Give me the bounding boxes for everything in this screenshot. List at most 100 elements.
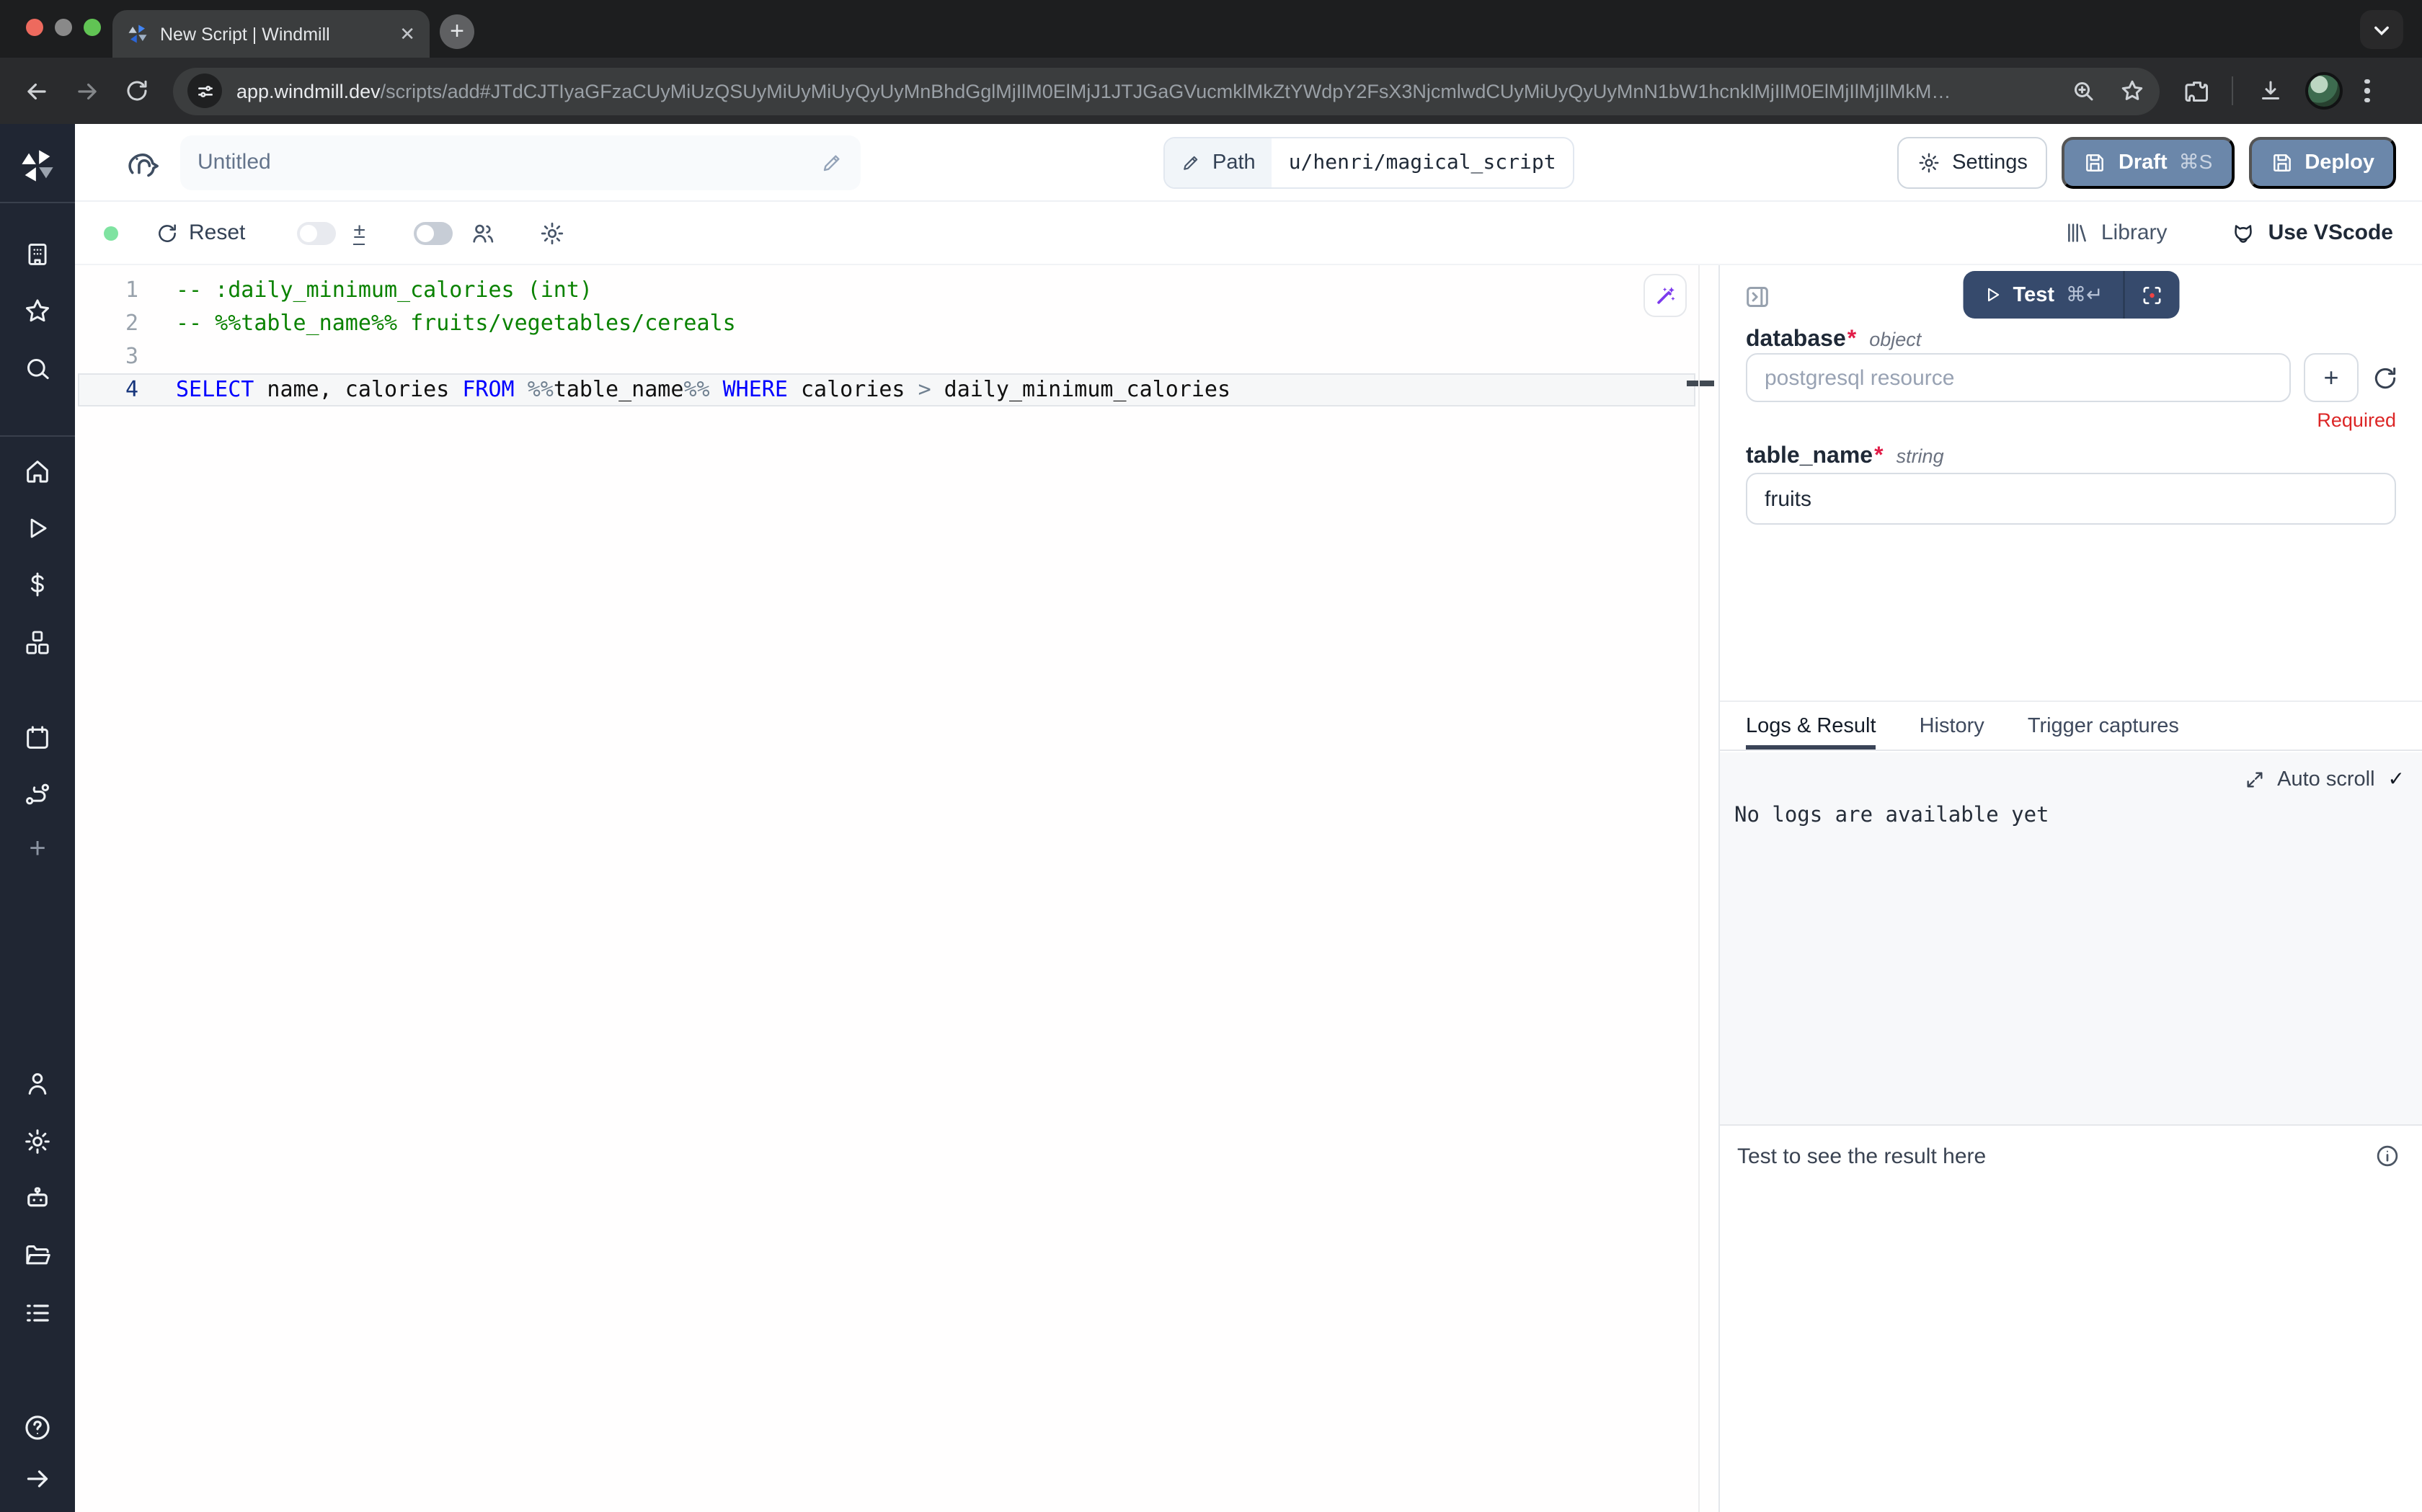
bookmark-star-icon[interactable] bbox=[2119, 78, 2145, 104]
settings-button[interactable]: Settings bbox=[1897, 136, 2048, 188]
browser-tab[interactable]: New Script | Windmill ✕ bbox=[112, 10, 430, 58]
zoom-icon[interactable] bbox=[2070, 78, 2096, 104]
code-token: calories bbox=[788, 376, 918, 402]
forward-button[interactable] bbox=[74, 77, 101, 104]
code-token bbox=[710, 376, 723, 402]
window-close-button[interactable] bbox=[26, 19, 43, 36]
database-resource-input[interactable] bbox=[1746, 353, 2291, 402]
tab-close-icon[interactable]: ✕ bbox=[399, 25, 415, 43]
collapse-panel-icon[interactable] bbox=[1743, 283, 1772, 311]
path-value: u/henri/magical_script bbox=[1272, 138, 1574, 187]
sidebar-item-folders-icon[interactable] bbox=[23, 1241, 52, 1270]
code-token: -- %%table_name%% fruits/vegetables/cere… bbox=[176, 310, 736, 336]
info-icon[interactable] bbox=[2374, 1143, 2400, 1169]
test-button[interactable]: Test ⌘↵ bbox=[1963, 271, 2124, 319]
run-panel: Test ⌘↵ database* object bbox=[1718, 265, 2422, 1512]
sidebar-item-workspace[interactable] bbox=[24, 241, 51, 268]
sidebar-item-audit-logs-list-icon[interactable] bbox=[23, 1299, 52, 1328]
use-vscode-button[interactable]: Use VScode bbox=[2231, 220, 2393, 246]
profile-avatar[interactable] bbox=[2305, 72, 2343, 110]
field-type: string bbox=[1897, 445, 1944, 467]
path-selector[interactable]: Path u/henri/magical_script bbox=[1163, 137, 1575, 189]
expand-icon bbox=[2244, 769, 2264, 789]
sidebar-item-home-icon[interactable] bbox=[23, 457, 52, 486]
sidebar-item-resources-cubes-icon[interactable] bbox=[23, 628, 52, 657]
code-line[interactable]: 2 -- %%table_name%% fruits/vegetables/ce… bbox=[75, 307, 1718, 340]
tab-logs-result[interactable]: Logs & Result bbox=[1746, 702, 1876, 750]
path-edit-segment[interactable]: Path bbox=[1165, 138, 1272, 187]
sidebar-item-workers-robot-icon[interactable] bbox=[22, 1183, 53, 1214]
edit-pencil-icon[interactable] bbox=[820, 151, 843, 174]
auto-scroll-control[interactable]: Auto scroll ✓ bbox=[2244, 767, 2405, 791]
tab-trigger-captures[interactable]: Trigger captures bbox=[2028, 702, 2179, 750]
window-minimize-button[interactable] bbox=[55, 19, 72, 36]
help-icon[interactable] bbox=[22, 1413, 53, 1443]
chevron-down-icon bbox=[2372, 19, 2392, 40]
database-input-row: + bbox=[1746, 353, 2399, 402]
reset-label: Reset bbox=[189, 221, 245, 245]
refresh-resource-icon[interactable] bbox=[2372, 364, 2399, 391]
sidebar-expand-arrow-icon[interactable] bbox=[23, 1464, 52, 1493]
code-token: daily_minimum_calories bbox=[931, 376, 1230, 402]
code-editor[interactable]: 1 -- :daily_minimum_calories (int) 2 -- … bbox=[75, 265, 1718, 1512]
sidebar-item-routes-flow-icon[interactable] bbox=[23, 780, 52, 809]
screen: New Script | Windmill ✕ + app.windmill.d… bbox=[0, 0, 2422, 1512]
editor-settings-gear-icon[interactable] bbox=[540, 220, 566, 246]
windmill-favicon bbox=[127, 23, 148, 45]
main-area: Path u/henri/magical_script Settings Dra… bbox=[75, 124, 2422, 1512]
magic-wand-icon bbox=[1653, 283, 1677, 308]
script-name-field[interactable] bbox=[180, 135, 861, 190]
tab-search-button[interactable] bbox=[2360, 10, 2403, 49]
new-tab-button[interactable]: + bbox=[440, 14, 474, 49]
url-path: /scripts/add#JTdCJTIyaGFzaCUyMiUzQSUyMiU… bbox=[381, 80, 1951, 102]
code-line[interactable]: 1 -- :daily_minimum_calories (int) bbox=[75, 274, 1718, 307]
sidebar-item-settings-gear-icon[interactable] bbox=[23, 1127, 52, 1156]
header-actions: Settings Draft ⌘S Deploy bbox=[1897, 136, 2396, 188]
ai-assist-button[interactable] bbox=[1644, 274, 1687, 317]
sidebar-item-schedules-calendar-icon[interactable] bbox=[23, 724, 52, 752]
reset-button[interactable]: Reset bbox=[156, 221, 245, 245]
deploy-button[interactable]: Deploy bbox=[2248, 136, 2396, 188]
window-controls bbox=[26, 19, 101, 36]
field-name: table_name bbox=[1746, 444, 1873, 470]
browser-menu-icon[interactable] bbox=[2364, 79, 2369, 103]
code-line[interactable]: 3 bbox=[75, 340, 1718, 373]
record-capture-icon bbox=[2140, 283, 2163, 306]
sidebar-item-variables-dollar-icon[interactable] bbox=[24, 571, 51, 598]
sidebar-item-search-icon[interactable] bbox=[23, 355, 52, 383]
script-name-input[interactable] bbox=[198, 150, 820, 174]
play-icon bbox=[1983, 285, 2002, 304]
diff-toggle[interactable] bbox=[297, 221, 336, 244]
tab-history[interactable]: History bbox=[1920, 702, 1984, 750]
url-host: app.windmill.dev bbox=[236, 80, 381, 102]
reload-button[interactable] bbox=[124, 78, 150, 104]
field-label-table-name: table_name* string bbox=[1746, 444, 1944, 470]
edit-pencil-icon bbox=[1181, 153, 1201, 173]
add-resource-button[interactable]: + bbox=[2304, 353, 2359, 402]
code-line-active[interactable]: 4 SELECT name, calories FROM %%table_nam… bbox=[75, 373, 1718, 406]
download-icon[interactable] bbox=[2258, 78, 2284, 104]
code-token: WHERE bbox=[723, 376, 788, 402]
field-name: database bbox=[1746, 327, 1846, 353]
line-number: 3 bbox=[75, 340, 138, 373]
windmill-logo-icon[interactable] bbox=[19, 147, 56, 184]
library-button[interactable]: Library bbox=[2065, 221, 2168, 245]
library-label: Library bbox=[2101, 221, 2168, 245]
sidebar: + bbox=[0, 124, 75, 1512]
sidebar-add-plus-icon[interactable]: + bbox=[29, 833, 45, 866]
collab-toggle[interactable] bbox=[414, 221, 453, 244]
table-name-input[interactable] bbox=[1746, 473, 2396, 525]
sidebar-item-users-person-icon[interactable] bbox=[23, 1069, 52, 1098]
back-button[interactable] bbox=[23, 77, 50, 104]
sidebar-item-favorites-star-icon[interactable] bbox=[23, 297, 52, 326]
sidebar-divider bbox=[0, 202, 75, 203]
draft-button[interactable]: Draft ⌘S bbox=[2062, 136, 2234, 188]
window-zoom-button[interactable] bbox=[84, 19, 101, 36]
capture-test-button[interactable] bbox=[2124, 271, 2179, 319]
address-bar[interactable]: app.windmill.dev/scripts/add#JTdCJTIyaGF… bbox=[173, 67, 2160, 115]
save-icon bbox=[2270, 151, 2293, 174]
code-token: -- :daily_minimum_calories (int) bbox=[176, 277, 593, 303]
site-info-icon[interactable] bbox=[187, 74, 222, 108]
extensions-icon[interactable] bbox=[2184, 78, 2210, 104]
sidebar-item-runs-play-icon[interactable] bbox=[24, 515, 51, 542]
